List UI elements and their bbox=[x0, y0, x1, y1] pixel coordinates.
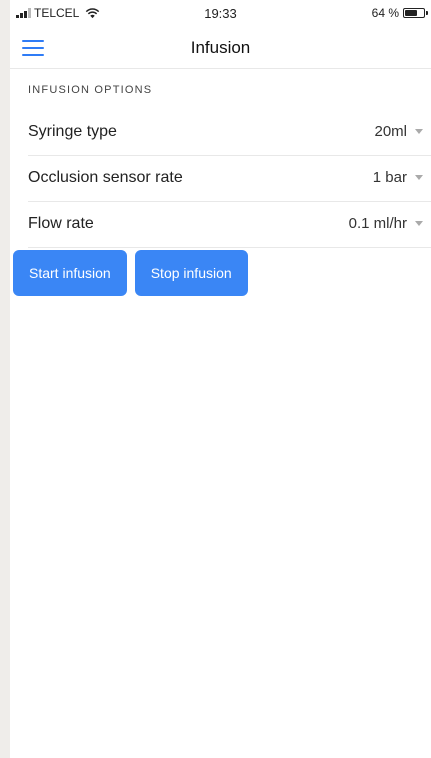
caret-down-icon bbox=[415, 221, 423, 226]
syringe-type-value: 20ml bbox=[374, 123, 407, 140]
page-title: Infusion bbox=[190, 38, 251, 57]
occlusion-sensor-rate-select[interactable]: Occlusion sensor rate 1 bar bbox=[28, 156, 431, 202]
caret-down-icon bbox=[415, 129, 423, 134]
status-bar: TELCEL 19:33 64 % bbox=[10, 0, 431, 28]
syringe-type-select[interactable]: Syringe type 20ml bbox=[28, 110, 431, 156]
section-header-infusion-options: INFUSION OPTIONS bbox=[28, 84, 153, 96]
caret-down-icon bbox=[415, 175, 423, 180]
flow-rate-select[interactable]: Flow rate 0.1 ml/hr bbox=[28, 202, 431, 248]
battery-icon bbox=[403, 8, 428, 18]
flow-rate-label: Flow rate bbox=[28, 215, 94, 232]
battery-percentage: 64 % bbox=[371, 6, 399, 20]
app-screen: TELCEL 19:33 64 % Infusion INFUSION OPTI… bbox=[10, 0, 431, 758]
occlusion-sensor-rate-label: Occlusion sensor rate bbox=[28, 169, 183, 186]
infusion-actions: Start infusion Stop infusion bbox=[13, 250, 248, 296]
stop-infusion-button[interactable]: Stop infusion bbox=[134, 250, 248, 296]
occlusion-sensor-rate-value: 1 bar bbox=[372, 169, 407, 186]
status-right: 64 % bbox=[371, 6, 428, 20]
flow-rate-value: 0.1 ml/hr bbox=[348, 215, 407, 232]
nav-bar: Infusion bbox=[10, 28, 431, 69]
syringe-type-label: Syringe type bbox=[28, 123, 117, 140]
status-time: 19:33 bbox=[204, 6, 237, 21]
start-infusion-button[interactable]: Start infusion bbox=[13, 250, 127, 296]
infusion-options-list: Syringe type 20ml Occlusion sensor rate … bbox=[10, 110, 431, 248]
